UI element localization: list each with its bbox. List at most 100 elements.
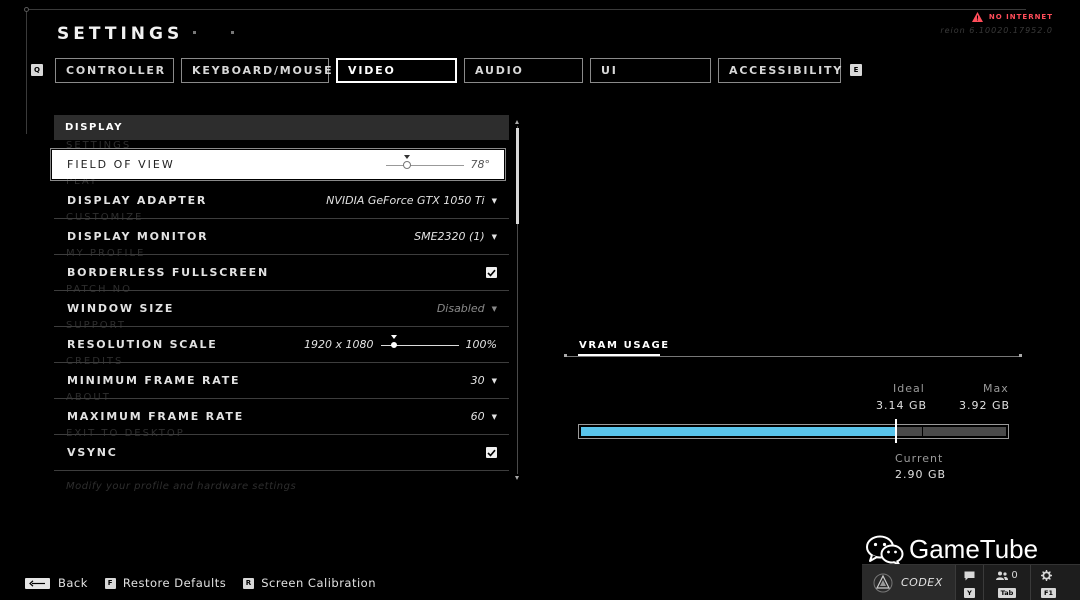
setting-label: WINDOW SIZE bbox=[67, 302, 175, 315]
party-button[interactable]: 0 Tab bbox=[983, 565, 1030, 600]
settings-scrollbar[interactable] bbox=[515, 120, 520, 480]
vram-current-label: Current bbox=[895, 452, 944, 465]
player-profile[interactable]: CODEX bbox=[862, 565, 955, 600]
quick-settings-button[interactable]: F1 bbox=[1030, 565, 1080, 600]
tab-audio[interactable]: AUDIO bbox=[464, 58, 583, 83]
slider-default-marker bbox=[404, 154, 411, 159]
back-label: Back bbox=[58, 576, 88, 590]
title-dot-decoration bbox=[231, 31, 234, 34]
setting-value-group: 1920 x 1080 100% bbox=[304, 334, 497, 351]
setting-value-group: SME2320 (1) ▼ bbox=[414, 230, 497, 243]
page-title: SETTINGS bbox=[57, 24, 184, 44]
checkmark-icon bbox=[487, 449, 496, 457]
tab-video[interactable]: VIDEO bbox=[336, 58, 457, 83]
resolution-scale-slider[interactable] bbox=[380, 334, 459, 350]
setting-row-borderless-fullscreen[interactable]: BORDERLESS FULLSCREEN bbox=[54, 255, 509, 291]
scroll-down-arrow-icon[interactable] bbox=[515, 476, 519, 480]
gametube-watermark: GameTube bbox=[866, 534, 1038, 565]
vram-max-label: Max bbox=[983, 382, 1009, 395]
setting-value-group bbox=[486, 447, 497, 458]
vram-current-value: 2.90 GB bbox=[895, 468, 947, 481]
maximum-frame-rate-value: 60 bbox=[470, 410, 485, 423]
vram-usage-bar bbox=[578, 424, 1009, 439]
scroll-up-arrow-icon[interactable] bbox=[515, 120, 519, 124]
vram-bar-fill bbox=[581, 427, 897, 436]
network-status-text: NO INTERNET bbox=[988, 13, 1053, 21]
setting-label: MAXIMUM FRAME RATE bbox=[67, 410, 245, 423]
slider-default-marker bbox=[390, 334, 397, 339]
setting-row-display-adapter[interactable]: DISPLAY ADAPTER NVIDIA GeForce GTX 1050 … bbox=[54, 183, 509, 219]
setting-label: VSYNC bbox=[67, 446, 118, 459]
resolution-scale-value: 100% bbox=[465, 338, 497, 351]
network-status: NO INTERNET bbox=[971, 12, 1053, 22]
setting-row-display-monitor[interactable]: DISPLAY MONITOR SME2320 (1) ▼ bbox=[54, 219, 509, 255]
party-icon bbox=[996, 571, 1009, 580]
setting-label: RESOLUTION SCALE bbox=[67, 338, 218, 351]
fov-slider[interactable] bbox=[385, 154, 464, 170]
display-adapter-value: NVIDIA GeForce GTX 1050 Ti bbox=[326, 194, 485, 207]
slider-track bbox=[385, 164, 464, 166]
setting-value-group: Disabled ▼ bbox=[437, 302, 497, 315]
party-key-hint: Tab bbox=[997, 588, 1017, 598]
frame-line-left bbox=[26, 9, 27, 134]
slider-handle[interactable] bbox=[390, 341, 397, 348]
dropdown-caret-icon: ▼ bbox=[491, 196, 497, 205]
resolution-value: 1920 x 1080 bbox=[304, 338, 374, 351]
player-dock: CODEX Y 0 Tab F1 bbox=[862, 564, 1080, 600]
tab-ui[interactable]: UI bbox=[590, 58, 711, 83]
display-settings-panel: DISPLAY FIELD OF VIEW 78° DISPLAY ADAPTE… bbox=[50, 115, 509, 471]
chat-button[interactable]: Y bbox=[955, 565, 983, 600]
tab-accessibility[interactable]: ACCESSIBILITY bbox=[718, 58, 841, 83]
chat-key-hint: Y bbox=[964, 588, 975, 598]
frame-line-top bbox=[26, 9, 1026, 10]
setting-label: DISPLAY ADAPTER bbox=[67, 194, 208, 207]
tab-keyboard-mouse[interactable]: KEYBOARD/MOUSE bbox=[181, 58, 332, 83]
party-group: 0 bbox=[996, 569, 1018, 582]
setting-value-group: NVIDIA GeForce GTX 1050 Ti ▼ bbox=[326, 194, 497, 207]
vram-divider bbox=[565, 356, 1021, 357]
next-tab-key-hint[interactable]: E bbox=[850, 64, 862, 76]
player-emblem-icon bbox=[872, 572, 894, 594]
settings-tab-bar: Q CONTROLLER KEYBOARD/MOUSE VIDEO AUDIO … bbox=[31, 58, 871, 83]
build-version: reion 6.10020.17952.0 bbox=[940, 26, 1053, 35]
setting-value-group bbox=[486, 267, 497, 278]
back-button[interactable]: Back bbox=[25, 576, 88, 590]
player-name: CODEX bbox=[901, 576, 943, 589]
footer-actions: Back F Restore Defaults R Screen Calibra… bbox=[25, 576, 393, 590]
vsync-checkbox[interactable] bbox=[486, 447, 497, 458]
setting-value-group: 30 ▼ bbox=[471, 374, 497, 387]
vram-ideal-label: Ideal bbox=[893, 382, 925, 395]
screen-calibration-button[interactable]: R Screen Calibration bbox=[243, 576, 376, 590]
chat-icon bbox=[964, 569, 975, 582]
setting-row-minimum-frame-rate[interactable]: MINIMUM FRAME RATE 30 ▼ bbox=[54, 363, 509, 399]
setting-row-vsync[interactable]: VSYNC bbox=[54, 435, 509, 471]
slider-handle[interactable] bbox=[403, 160, 412, 169]
party-count: 0 bbox=[1011, 570, 1018, 581]
setting-row-resolution-scale[interactable]: RESOLUTION SCALE 1920 x 1080 100% bbox=[54, 327, 509, 363]
dropdown-caret-icon: ▼ bbox=[491, 412, 497, 421]
setting-row-field-of-view[interactable]: FIELD OF VIEW 78° bbox=[50, 148, 506, 181]
vram-ideal-separator bbox=[922, 426, 924, 437]
setting-row-maximum-frame-rate[interactable]: MAXIMUM FRAME RATE 60 ▼ bbox=[54, 399, 509, 435]
window-size-value: Disabled bbox=[436, 302, 485, 315]
tab-controller[interactable]: CONTROLLER bbox=[55, 58, 174, 83]
prev-tab-key-hint[interactable]: Q bbox=[31, 64, 43, 76]
restore-defaults-button[interactable]: F Restore Defaults bbox=[104, 576, 227, 590]
section-header-display: DISPLAY bbox=[54, 115, 509, 140]
frame-corner-node bbox=[24, 7, 29, 12]
watermark-text: GameTube bbox=[909, 534, 1039, 564]
minimum-frame-rate-value: 30 bbox=[470, 374, 485, 387]
setting-value-group: 78° bbox=[385, 154, 490, 171]
setting-value-group: 60 ▼ bbox=[471, 410, 497, 423]
dropdown-caret-icon: ▼ bbox=[491, 304, 497, 313]
screen-calibration-label: Screen Calibration bbox=[261, 576, 376, 590]
borderless-fullscreen-checkbox[interactable] bbox=[486, 267, 497, 278]
restore-defaults-label: Restore Defaults bbox=[122, 576, 227, 590]
vram-divider-end bbox=[1019, 354, 1022, 357]
warning-icon bbox=[971, 12, 983, 22]
setting-label: DISPLAY MONITOR bbox=[67, 230, 209, 243]
dropdown-caret-icon: ▼ bbox=[491, 376, 497, 385]
setting-row-window-size[interactable]: WINDOW SIZE Disabled ▼ bbox=[54, 291, 509, 327]
scrollbar-thumb[interactable] bbox=[516, 128, 519, 224]
restore-defaults-key: F bbox=[104, 577, 116, 589]
